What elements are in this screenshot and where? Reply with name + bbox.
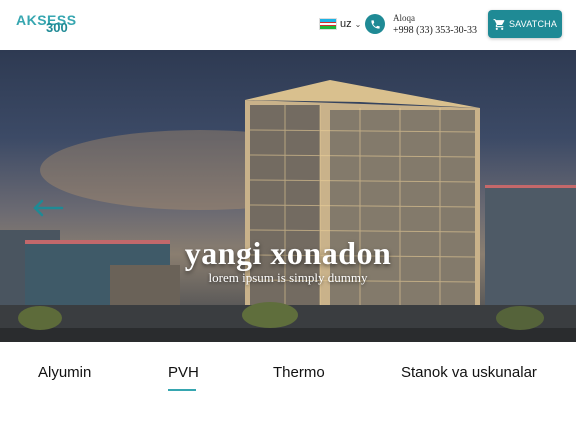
- site-header: AKSESS 300 uz ⌄ Aloqa +998 (33) 353-30-3…: [0, 0, 576, 50]
- tab-thermo[interactable]: Thermo: [273, 364, 325, 381]
- cart-label: SAVATCHA: [508, 19, 558, 29]
- slider-prev-arrow-icon[interactable]: [32, 198, 64, 218]
- phone-icon[interactable]: [365, 14, 385, 34]
- uzbekistan-flag-icon: [319, 18, 337, 30]
- hero-background-image: [0, 80, 576, 342]
- contact-label: Aloqa: [393, 13, 415, 23]
- logo[interactable]: AKSESS 300: [16, 12, 76, 35]
- chevron-down-icon: ⌄: [354, 19, 362, 29]
- cart-button[interactable]: SAVATCHA: [488, 10, 562, 38]
- logo-number: 300: [46, 20, 68, 35]
- hero-banner: yangi xonadon lorem ipsum is simply dumm…: [0, 50, 576, 342]
- contact-info: Aloqa +998 (33) 353-30-33: [393, 13, 477, 38]
- hero-title: yangi xonadon: [184, 235, 392, 271]
- contact-phone[interactable]: +998 (33) 353-30-33: [393, 24, 477, 38]
- tab-pvh[interactable]: PVH: [168, 364, 199, 381]
- hero-subtitle: lorem ipsum is simply dummy: [208, 270, 368, 285]
- tab-stanok-va-uskunalar[interactable]: Stanok va uskunalar: [401, 364, 537, 381]
- cart-icon: [493, 18, 505, 30]
- category-tabs: Alyumin PVH Thermo Stanok va uskunalar: [0, 342, 576, 439]
- active-tab-indicator: [168, 389, 196, 391]
- tab-alyumin[interactable]: Alyumin: [38, 364, 91, 381]
- language-code: uz: [340, 18, 352, 30]
- language-selector[interactable]: uz ⌄: [319, 16, 361, 32]
